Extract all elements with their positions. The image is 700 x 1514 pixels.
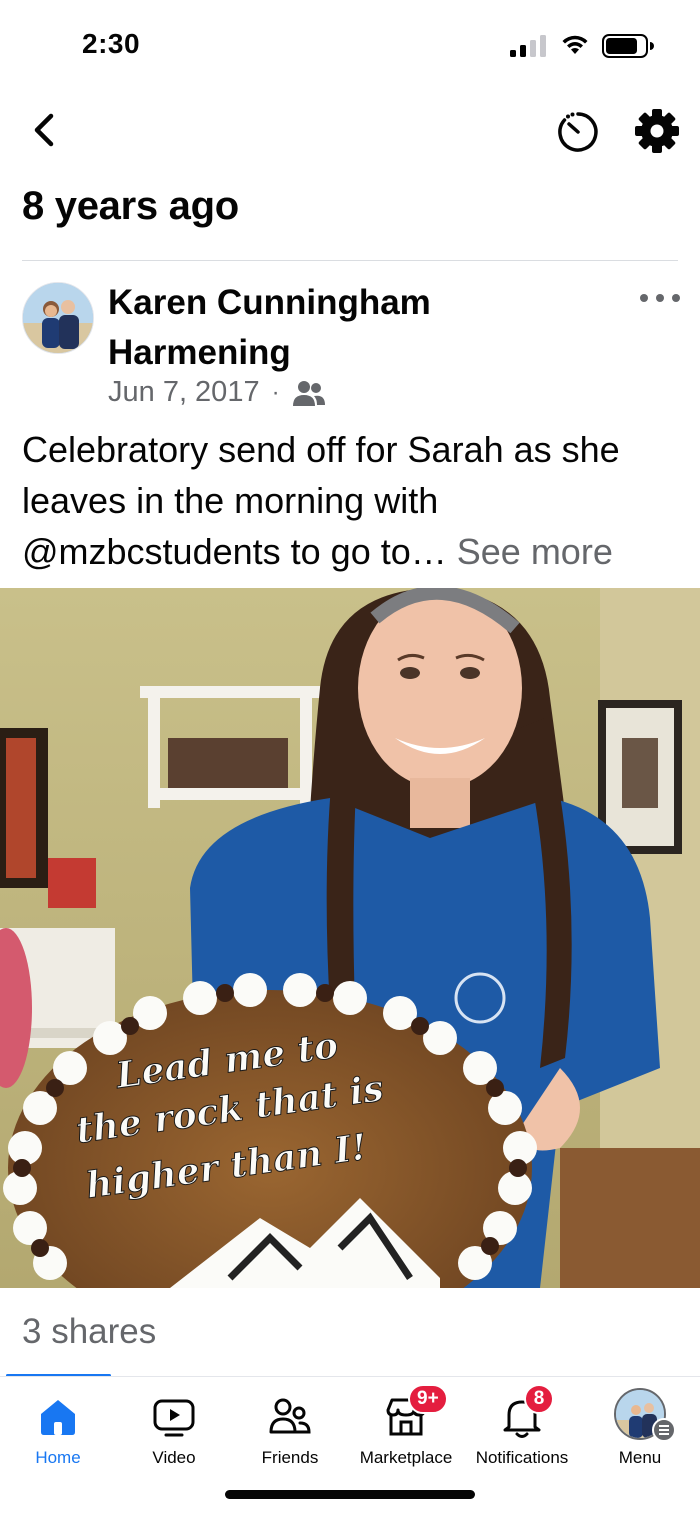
divider — [22, 260, 678, 261]
nav-notifications[interactable]: 8 Notifications — [464, 1378, 580, 1478]
memories-timer-button[interactable] — [554, 108, 602, 156]
marketplace-badge: 9+ — [408, 1384, 448, 1414]
cellular-signal-icon — [510, 35, 546, 57]
chevron-left-icon — [34, 113, 54, 147]
photo-illustration: Lead me to the rock that is higher than … — [0, 588, 700, 1288]
bottom-nav: Home Video Friends 9+ Marketplace 8 Noti… — [0, 1378, 700, 1478]
shares-count[interactable]: 3 shares — [22, 1312, 156, 1352]
nav-menu-label: Menu — [618, 1448, 662, 1467]
post-options-button[interactable] — [640, 286, 680, 310]
nav-marketplace-label: Marketplace — [359, 1448, 453, 1467]
nav-home-label: Home — [35, 1448, 81, 1467]
back-button[interactable] — [24, 108, 64, 152]
see-more-link[interactable]: See more — [457, 531, 613, 572]
menu-icon — [652, 1418, 676, 1442]
nav-friends-label: Friends — [261, 1448, 319, 1467]
notifications-badge: 8 — [524, 1384, 554, 1414]
post-text: Celebratory send off for Sarah as she le… — [22, 424, 682, 577]
nav-marketplace[interactable]: 9+ Marketplace — [348, 1378, 464, 1478]
nav-home[interactable]: Home — [0, 1378, 116, 1478]
status-time: 2:30 — [82, 28, 141, 59]
video-icon — [153, 1399, 195, 1437]
post-date[interactable]: Jun 7, 2017 — [108, 376, 260, 409]
battery-icon — [602, 34, 654, 58]
gear-icon — [635, 109, 679, 153]
dot — [672, 294, 680, 302]
dot — [640, 294, 648, 302]
status-bar: 2:30 — [0, 0, 700, 92]
nav-notifications-label: Notifications — [475, 1448, 569, 1467]
wifi-icon — [562, 35, 588, 54]
author-avatar[interactable] — [22, 282, 94, 354]
nav-video-label: Video — [152, 1448, 196, 1467]
nav-menu[interactable]: Menu — [582, 1378, 698, 1478]
post-meta: Jun 7, 2017 · — [108, 376, 326, 409]
home-icon — [41, 1400, 75, 1435]
post-author-name[interactable]: Karen Cunningham Harmening — [108, 278, 528, 378]
meta-separator: · — [271, 378, 280, 406]
nav-friends[interactable]: Friends — [232, 1378, 348, 1478]
post-photo[interactable]: Lead me to the rock that is higher than … — [0, 588, 700, 1288]
avatar-photo — [23, 283, 93, 353]
nav-divider — [0, 1376, 700, 1377]
settings-button[interactable] — [632, 106, 682, 156]
dot — [656, 294, 664, 302]
nav-video[interactable]: Video — [116, 1378, 232, 1478]
friends-audience-icon[interactable] — [292, 379, 326, 407]
memory-title: 8 years ago — [22, 184, 239, 228]
stopwatch-icon — [558, 112, 598, 152]
home-indicator — [225, 1490, 475, 1499]
friends-icon — [269, 1398, 311, 1434]
